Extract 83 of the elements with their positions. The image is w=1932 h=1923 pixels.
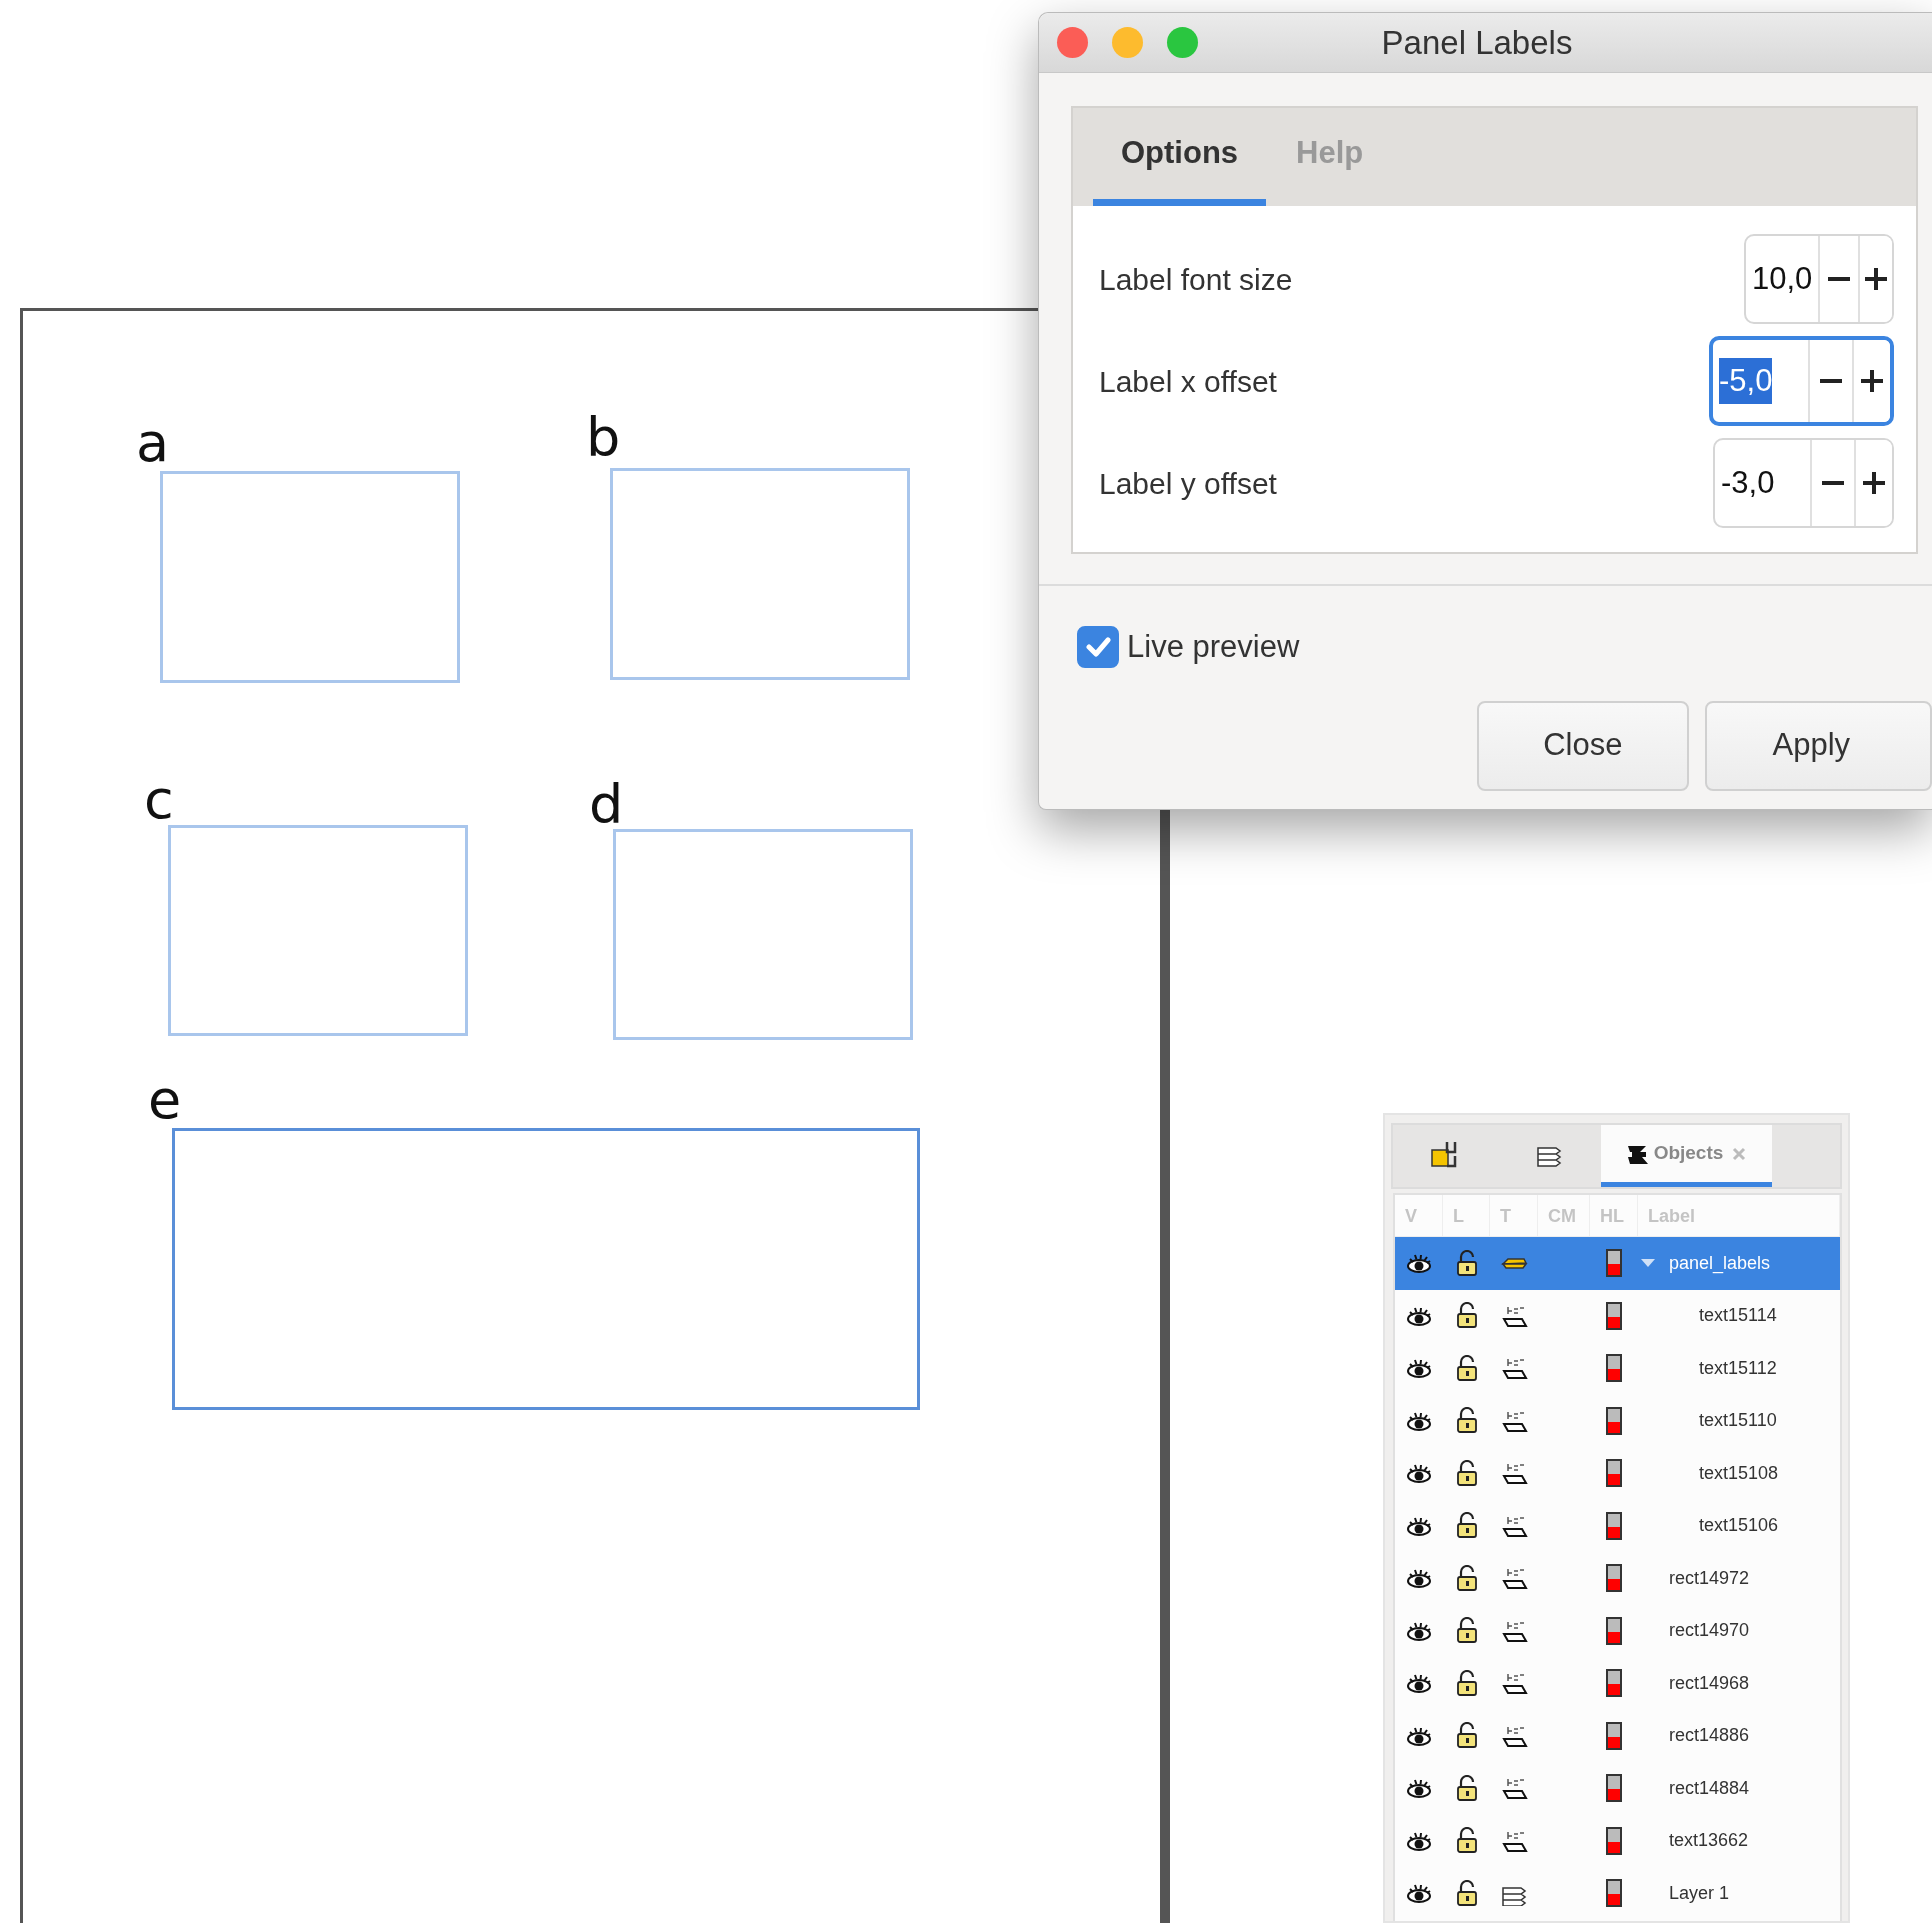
object-label: rect14884 — [1669, 1776, 1750, 1800]
padlock-icon[interactable] — [1454, 1669, 1479, 1697]
minus-icon — [1828, 277, 1850, 281]
field-label: Label x offset — [1099, 363, 1277, 400]
object-row[interactable]: rect14968 — [1395, 1657, 1840, 1710]
spin-value[interactable]: -3,0 — [1721, 459, 1775, 507]
padlock-icon[interactable] — [1454, 1407, 1479, 1435]
padlock-icon[interactable] — [1454, 1774, 1479, 1802]
close-button[interactable]: Close — [1477, 700, 1689, 791]
padlock-icon[interactable] — [1454, 1617, 1479, 1645]
panel-label: c — [144, 773, 174, 827]
highlight-swatch-icon[interactable] — [1606, 1564, 1622, 1593]
highlight-swatch-icon[interactable] — [1606, 1249, 1622, 1278]
object-row[interactable]: panel_labels — [1395, 1237, 1840, 1290]
object-row[interactable]: rect14884 — [1395, 1762, 1840, 1815]
tab-label: Objects — [1653, 1141, 1724, 1166]
object-row[interactable]: text13662 — [1395, 1814, 1840, 1867]
object-label: text15110 — [1699, 1409, 1777, 1433]
object-label: rect14886 — [1669, 1724, 1750, 1748]
field-label: Label y offset — [1099, 465, 1277, 502]
highlight-swatch-icon[interactable] — [1606, 1879, 1622, 1908]
panel-label: d — [589, 778, 624, 832]
dialog-tab[interactable]: Options — [1093, 108, 1267, 206]
object-row[interactable]: rect14886 — [1395, 1709, 1840, 1762]
checkmark-icon — [1085, 635, 1111, 660]
highlight-swatch-icon[interactable] — [1606, 1616, 1622, 1645]
spin-value[interactable]: 10,0 — [1752, 255, 1813, 303]
panel-label: a — [136, 416, 170, 470]
padlock-icon[interactable] — [1454, 1302, 1479, 1330]
padlock-icon[interactable] — [1454, 1879, 1479, 1907]
object-row[interactable]: rect14972 — [1395, 1552, 1840, 1605]
padlock-icon[interactable] — [1454, 1512, 1479, 1540]
highlight-swatch-icon[interactable] — [1606, 1301, 1622, 1330]
padlock-icon[interactable] — [1454, 1827, 1479, 1855]
window-title: Panel Labels — [1381, 22, 1574, 63]
object-label: text13662 — [1669, 1829, 1749, 1853]
apply-button[interactable]: Apply — [1704, 700, 1932, 791]
object-label: text15114 — [1699, 1304, 1777, 1328]
object-label: panel_labels — [1669, 1251, 1771, 1276]
object-row[interactable]: rect14970 — [1395, 1604, 1840, 1657]
object-label: Layer 1 — [1669, 1881, 1730, 1905]
minus-icon — [1820, 379, 1842, 383]
increment-button[interactable] — [1857, 236, 1892, 322]
spin-value[interactable]: -5,0 — [1719, 357, 1773, 405]
checkbox[interactable] — [1077, 626, 1119, 669]
increment-button[interactable] — [1854, 440, 1892, 526]
padlock-icon[interactable] — [1454, 1459, 1479, 1487]
object-row[interactable]: text15112 — [1395, 1342, 1840, 1395]
padlock-icon[interactable] — [1454, 1249, 1479, 1277]
field-label: Label font size — [1099, 261, 1293, 298]
object-label: text15112 — [1699, 1356, 1777, 1380]
padlock-icon[interactable] — [1454, 1564, 1479, 1592]
object-row[interactable]: text15110 — [1395, 1394, 1840, 1447]
highlight-swatch-icon[interactable] — [1606, 1826, 1622, 1855]
highlight-swatch-icon[interactable] — [1606, 1511, 1622, 1540]
spin-box[interactable]: -3,0 — [1713, 438, 1894, 528]
plus-icon — [1863, 472, 1885, 494]
object-row[interactable]: text15106 — [1395, 1499, 1840, 1552]
object-label: rect14968 — [1669, 1671, 1750, 1695]
object-label: rect14970 — [1669, 1619, 1750, 1643]
highlight-swatch-icon[interactable] — [1606, 1669, 1622, 1698]
highlight-swatch-icon[interactable] — [1606, 1406, 1622, 1435]
plus-icon — [1861, 370, 1883, 392]
panel-label: e — [148, 1073, 182, 1127]
plus-icon — [1864, 268, 1887, 290]
increment-button[interactable] — [1852, 340, 1890, 422]
highlight-swatch-icon[interactable] — [1606, 1721, 1622, 1750]
padlock-icon[interactable] — [1454, 1722, 1479, 1750]
object-label: rect14972 — [1669, 1566, 1750, 1590]
object-row[interactable]: text15108 — [1395, 1447, 1840, 1500]
spin-box[interactable]: 10,0 — [1744, 234, 1894, 324]
panel-label: b — [586, 411, 621, 465]
padlock-icon[interactable] — [1454, 1354, 1479, 1382]
checkbox-label: Live preview — [1127, 628, 1300, 666]
object-label: text15106 — [1699, 1514, 1779, 1538]
object-label: text15108 — [1699, 1461, 1779, 1485]
highlight-swatch-icon[interactable] — [1606, 1459, 1622, 1488]
object-row[interactable]: Layer 1 — [1395, 1867, 1840, 1920]
spin-box[interactable]: -5,0 — [1709, 336, 1894, 426]
highlight-swatch-icon[interactable] — [1606, 1354, 1622, 1383]
highlight-swatch-icon[interactable] — [1606, 1774, 1622, 1803]
object-row[interactable]: text15114 — [1395, 1289, 1840, 1342]
minus-icon — [1822, 481, 1844, 485]
